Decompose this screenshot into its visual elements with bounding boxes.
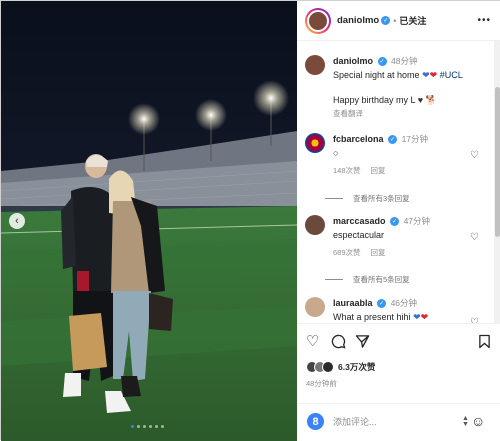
scrollbar-thumb[interactable] bbox=[495, 87, 500, 237]
caption-username[interactable]: daniolmo bbox=[333, 56, 373, 66]
view-replies-button[interactable]: 查看所有5条回复 bbox=[325, 274, 410, 285]
separator-dot: • bbox=[393, 15, 397, 26]
comment-likes[interactable]: 148次赞 bbox=[333, 166, 361, 175]
comment-text: What a present hihi ❤❤ bbox=[333, 312, 481, 323]
carousel-dot[interactable] bbox=[137, 425, 140, 428]
blue-heart-icon: ❤ bbox=[413, 312, 421, 322]
author-username[interactable]: daniolmo bbox=[337, 15, 379, 26]
caption-time: 48分钟 bbox=[391, 56, 418, 66]
comment-likes[interactable]: 689次赞 bbox=[333, 248, 361, 257]
likes-summary[interactable]: 6.3万次赞 bbox=[306, 361, 375, 373]
post-timestamp: 48分钟前 bbox=[306, 379, 337, 388]
comment-username[interactable]: fcbarcelona bbox=[333, 134, 384, 144]
heart-icon[interactable]: ♡ bbox=[306, 334, 319, 349]
caption-author-avatar[interactable] bbox=[305, 55, 325, 75]
liker-avatar bbox=[322, 361, 334, 373]
verified-badge-icon: ✓ bbox=[390, 217, 400, 227]
view-replies-button[interactable]: 查看所有3条回复 bbox=[325, 193, 410, 204]
following-button[interactable]: 已关注 bbox=[399, 14, 426, 27]
photo-carousel-dots bbox=[131, 425, 164, 428]
comment-composer: 8 ▲▼ ☺ bbox=[297, 403, 500, 441]
carousel-dot[interactable] bbox=[161, 425, 164, 428]
stadium-photo bbox=[1, 1, 297, 441]
comment-username[interactable]: lauraabla bbox=[333, 298, 373, 308]
post-header: daniolmo ✓ • 已关注 ••• bbox=[297, 1, 500, 41]
carousel-dot[interactable] bbox=[155, 425, 158, 428]
likes-count[interactable]: 6.3万次赞 bbox=[338, 361, 375, 373]
chevron-left-icon: ‹ bbox=[15, 214, 19, 227]
add-comment-input[interactable] bbox=[333, 413, 453, 431]
comment-text-body: What a present hihi bbox=[333, 312, 411, 322]
emoji-smile-icon[interactable]: ☺ bbox=[471, 413, 485, 429]
carousel-dot[interactable] bbox=[131, 425, 134, 428]
comment-time: 17分钟 bbox=[401, 134, 429, 144]
comment-text: ○ bbox=[333, 148, 339, 158]
caption-text: Special night at home bbox=[333, 70, 420, 80]
comments-scrollbar[interactable] bbox=[494, 41, 500, 323]
comment-like-heart-icon[interactable]: ♡ bbox=[470, 232, 479, 243]
verified-badge-icon: ✓ bbox=[377, 57, 387, 67]
dog-emoji-icon: 🐕 bbox=[425, 95, 437, 105]
comments-list[interactable]: daniolmo ✓ 48分钟 Special night at home ❤❤… bbox=[297, 41, 493, 323]
carousel-dot[interactable] bbox=[149, 425, 152, 428]
view-replies-label: 查看所有3条回复 bbox=[353, 194, 410, 203]
blue-heart-icon: ❤ bbox=[422, 70, 430, 80]
comment-username[interactable]: marccasado bbox=[333, 216, 386, 226]
comment-like-heart-icon[interactable]: ♡ bbox=[470, 150, 479, 161]
post-photo[interactable]: ‹ bbox=[1, 1, 297, 441]
bookmark-icon[interactable] bbox=[478, 334, 491, 352]
verified-badge-icon: ✓ bbox=[388, 135, 398, 145]
avatar-8-icon[interactable]: 8 bbox=[307, 413, 324, 430]
previous-photo-button[interactable]: ‹ bbox=[9, 213, 25, 229]
caption-line-2: Happy birthday my L ♥ 🐕 bbox=[333, 95, 481, 106]
author-avatar[interactable] bbox=[305, 7, 331, 34]
carousel-dot[interactable] bbox=[143, 425, 146, 428]
translate-link[interactable]: 查看翻译 bbox=[333, 109, 363, 118]
comment-time: 46分钟 bbox=[390, 298, 418, 308]
red-heart-icon: ❤ bbox=[420, 312, 429, 322]
red-heart-icon: ❤ bbox=[429, 70, 438, 80]
black-heart-icon: ♥ bbox=[417, 95, 424, 105]
send-icon[interactable] bbox=[355, 334, 370, 352]
comment-icon[interactable] bbox=[331, 334, 346, 352]
action-bar: ♡ 6.3万次赞 48分钟前 bbox=[297, 323, 500, 403]
comment-author-avatar[interactable] bbox=[305, 133, 325, 153]
comment-text: espectacular bbox=[333, 230, 385, 240]
comment-author-avatar[interactable] bbox=[305, 297, 325, 317]
caption-line-1: Special night at home ❤❤ #UCL bbox=[333, 70, 481, 81]
spinner-arrows-icon[interactable]: ▲ ▼ bbox=[462, 415, 469, 428]
post-dialog: ‹ daniolmo ✓ • 已关注 ••• daniolmo ✓ 48分钟 S… bbox=[0, 0, 500, 441]
post-side-panel: daniolmo ✓ • 已关注 ••• daniolmo ✓ 48分钟 Spe… bbox=[297, 1, 500, 441]
verified-badge-icon: ✓ bbox=[381, 16, 391, 25]
reply-button[interactable]: 回复 bbox=[371, 248, 386, 257]
view-replies-label: 查看所有5条回复 bbox=[353, 275, 410, 284]
comment-time: 47分钟 bbox=[403, 216, 431, 226]
comment-author-avatar[interactable] bbox=[305, 215, 325, 235]
caption-text-2: Happy birthday my L bbox=[333, 95, 416, 105]
reply-button[interactable]: 回复 bbox=[371, 166, 386, 175]
hashtag-link[interactable]: #UCL bbox=[440, 70, 463, 80]
more-options-icon[interactable]: ••• bbox=[477, 15, 491, 26]
verified-badge-icon: ✓ bbox=[377, 299, 387, 309]
